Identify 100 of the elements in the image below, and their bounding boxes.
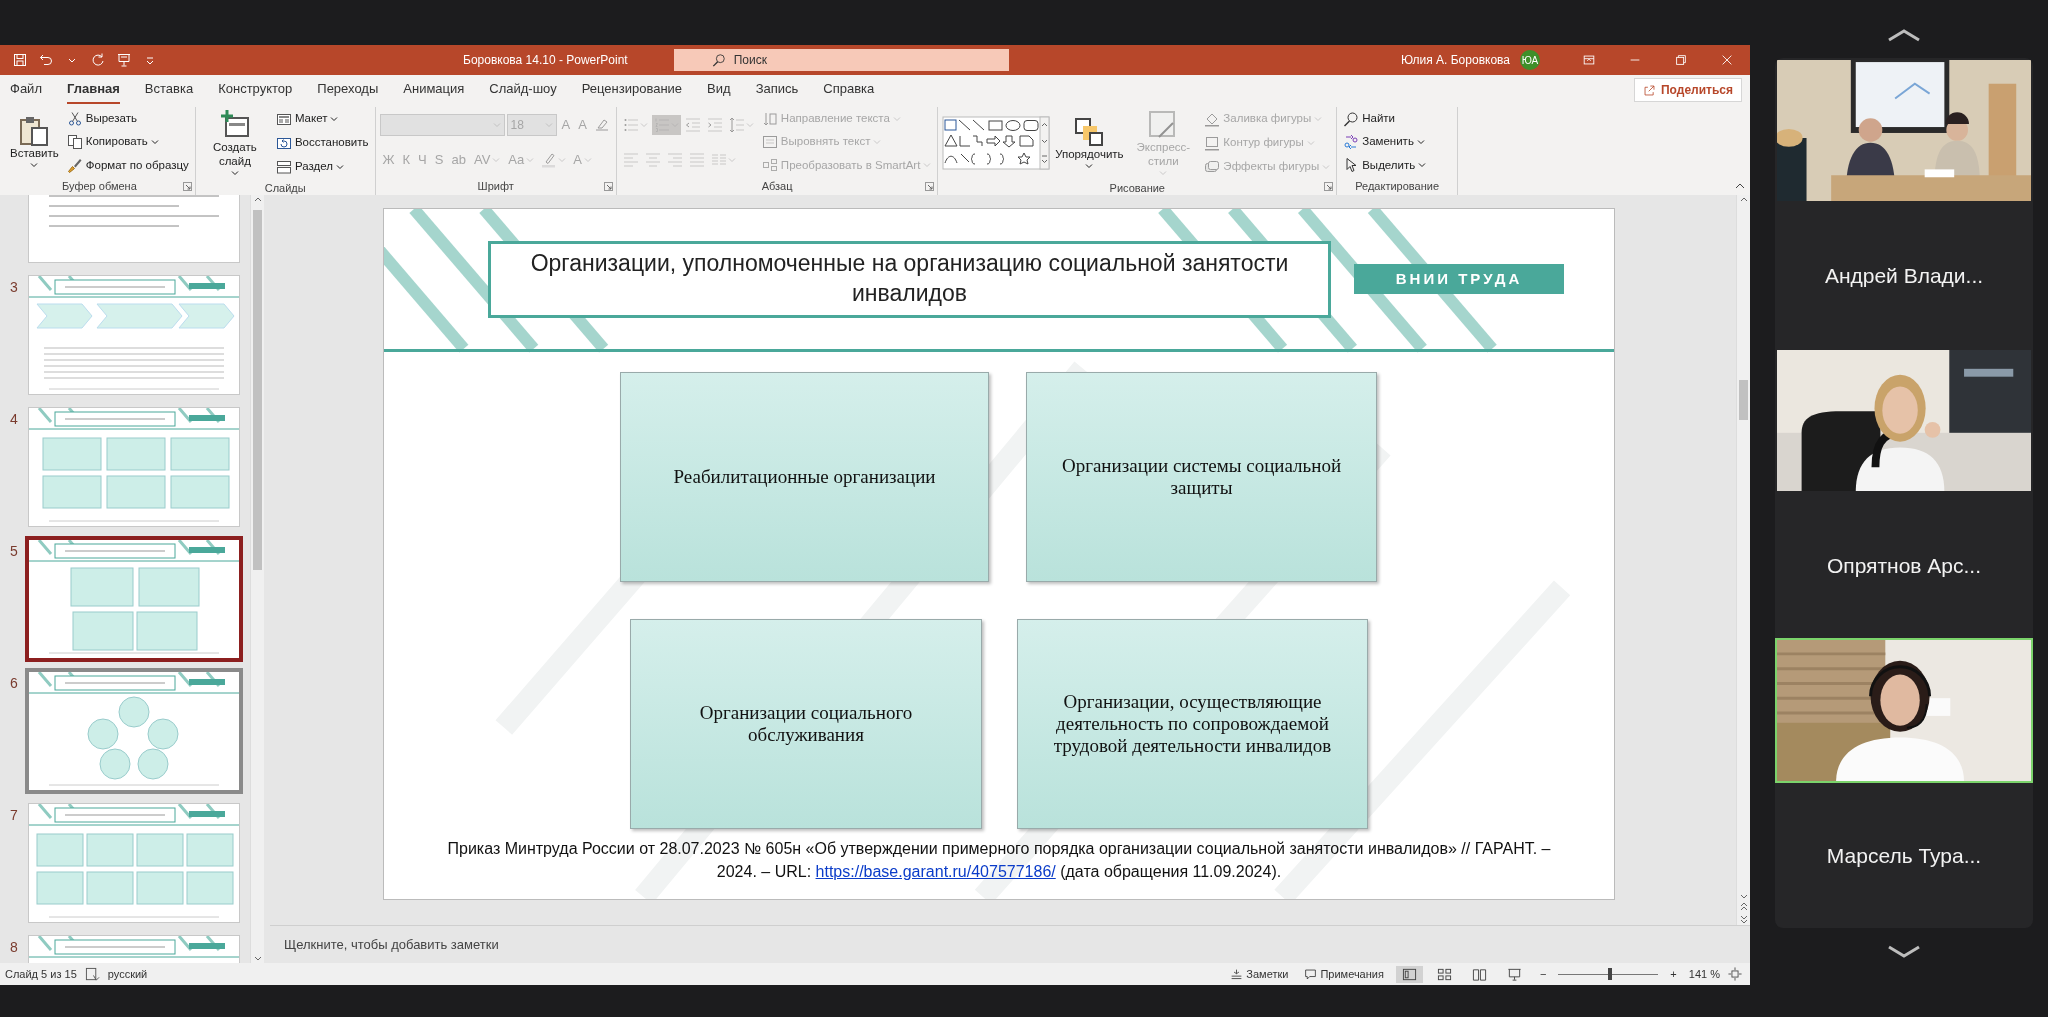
text-direction-icon (761, 110, 778, 127)
slide-thumbnail[interactable] (28, 671, 240, 791)
slide-box: Организации социального обслуживания (630, 619, 982, 829)
group-label: Рисование (1108, 180, 1166, 196)
slide-counter: Слайд 5 из 15 (5, 966, 77, 982)
next-slide-icon[interactable] (1738, 913, 1749, 925)
slide-number: 3 (9, 278, 19, 297)
user-avatar[interactable]: ЮА (1520, 50, 1540, 70)
dialog-launcher-icon[interactable] (1324, 182, 1334, 191)
ribbon-button[interactable]: Найти (1341, 109, 1398, 129)
group-label: Редактирование (1355, 179, 1439, 194)
dialog-launcher-icon[interactable] (925, 182, 935, 191)
replace-icon (1343, 134, 1360, 150)
clipboard-icon (18, 115, 51, 148)
previous-slide-icon[interactable] (1738, 901, 1749, 913)
slide-box: Организации, осуществляющие деятельность по сопровождаемой трудовой деятельности инвалидов (1017, 619, 1368, 829)
slide-box: Реабилитационные организации (620, 372, 989, 582)
shape-effects-icon (1204, 158, 1221, 175)
comments-button[interactable]: Примечания (1300, 965, 1388, 983)
shape-outline-icon (1204, 134, 1221, 151)
search-field[interactable]: Поиск (673, 49, 1009, 71)
group-label: Буфер обмена (61, 179, 138, 194)
ribbon-button[interactable]: Упорядочить (1054, 113, 1125, 172)
slide-number: 8 (9, 938, 19, 957)
copy-icon (66, 134, 83, 150)
notes-placeholder[interactable]: Щелкните, чтобы добавить заметки (270, 925, 1750, 963)
menu-tab[interactable]: Вставка (144, 76, 194, 104)
slide-number: 7 (9, 806, 19, 825)
redo-icon[interactable] (90, 52, 106, 68)
restore-icon[interactable] (1674, 53, 1688, 67)
participant-name: Марсель Тура... (1826, 842, 1982, 869)
presenter-icon[interactable] (116, 52, 132, 68)
paintbrush-icon (66, 157, 83, 174)
undo-icon[interactable] (38, 52, 54, 68)
comment-icon (1304, 967, 1318, 981)
close-icon[interactable] (1720, 53, 1734, 67)
scissors-icon (66, 110, 83, 127)
share-button[interactable]: Поделиться (1633, 78, 1742, 102)
notes-button[interactable]: Заметки (1226, 965, 1293, 983)
menu-tab[interactable]: Рецензирование (581, 76, 683, 104)
slide-number: 5 (9, 542, 19, 561)
scroll-thumb[interactable] (1739, 380, 1748, 420)
arrange-icon (1073, 115, 1106, 148)
notes-icon (1230, 967, 1244, 981)
group-label: Абзац (760, 179, 794, 194)
menu-tab[interactable]: Запись (755, 76, 799, 104)
menu-tab[interactable]: Главная (66, 76, 120, 104)
footnote-link[interactable]: https://base.garant.ru/407577186/ (815, 863, 1056, 881)
ribbon-button[interactable]: Вставить (8, 113, 61, 171)
ribbon-button[interactable]: Раздел (273, 157, 346, 177)
ribbon-button[interactable]: Восстановить (273, 133, 371, 153)
menu-tab[interactable]: Слайд-шоу (489, 76, 557, 104)
bulleted-list-icon (622, 116, 639, 133)
ribbon-button[interactable]: Выделить (1341, 155, 1429, 175)
accessibility-icon[interactable] (84, 966, 100, 982)
menu-tab[interactable]: Анимация (403, 76, 465, 104)
footnote-text: Приказ Минтруда России от 28.07.2023 № 605н «Об утверждении примерного порядка организации социальной занятости инвалидов» // ГАРАНТ. – 2024. – URL: https://base.garant.ru/407577186/ (дата обращения 11.09.2024). (446, 839, 1552, 883)
group-label: Шрифт (476, 179, 515, 194)
ribbon-button[interactable]: Копировать (64, 132, 161, 152)
dialog-launcher-icon[interactable] (182, 182, 192, 191)
slide-thumbnail[interactable] (28, 539, 240, 659)
group-label: Слайды (263, 180, 307, 196)
ribbon-button[interactable]: Вырезать (64, 109, 139, 129)
dialog-launcher-icon[interactable] (603, 182, 613, 191)
menu-tab[interactable]: Вид (707, 76, 731, 104)
save-icon[interactable] (12, 52, 28, 68)
slide-box: Организации системы социальной защиты (1026, 372, 1377, 582)
slide-title: Организации, уполномоченные на организацию социальной занятости инвалидов (488, 240, 1331, 318)
zoom-level[interactable]: 141 % (1688, 965, 1720, 983)
slide-number: 4 (9, 410, 19, 429)
ribbon-button[interactable]: Заменить (1341, 132, 1427, 152)
highlighter-icon (541, 151, 558, 168)
chevron-down-icon[interactable] (1886, 944, 1922, 960)
menu-tab[interactable]: Справка (823, 76, 875, 104)
line-spacing-icon (728, 116, 745, 133)
menu-tab[interactable]: Файл (10, 76, 42, 104)
ribbon-display-icon[interactable] (1582, 53, 1596, 67)
ribbon-button[interactable]: Формат по образцу (64, 155, 191, 175)
chevron-up-icon[interactable] (1886, 28, 1922, 44)
ribbon-button[interactable]: Создать слайд (199, 107, 270, 179)
zoom-in-button[interactable]: + (1666, 965, 1681, 983)
participant-name: Опрятнов Арс... (1826, 552, 1982, 579)
slider-thumb[interactable] (1608, 968, 1613, 980)
view-button[interactable] (1395, 965, 1423, 983)
numbered-list-icon (653, 116, 670, 133)
collapse-ribbon-icon[interactable] (1734, 181, 1746, 191)
participant-name: Андрей Влади... (1824, 262, 1984, 289)
logo-badge: ВНИИ ТРУДА (1354, 264, 1564, 294)
align-text-icon (761, 134, 778, 150)
fit-to-window-icon[interactable] (1728, 967, 1742, 981)
shapes-gallery[interactable] (942, 115, 1051, 170)
language-label: русский (107, 966, 148, 982)
menu-tab[interactable]: Переходы (317, 76, 379, 104)
window-title: Боровкова 14.10 - PowerPoint (463, 52, 628, 69)
ribbon-button[interactable]: Макет (273, 109, 341, 129)
scroll-thumb[interactable] (253, 210, 262, 570)
zoom-out-button[interactable]: − (1535, 965, 1551, 983)
slide-number: 6 (9, 674, 19, 693)
user-name: Юлия А. Боровкова (1400, 52, 1510, 69)
menu-tab[interactable]: Конструктор (218, 76, 293, 104)
